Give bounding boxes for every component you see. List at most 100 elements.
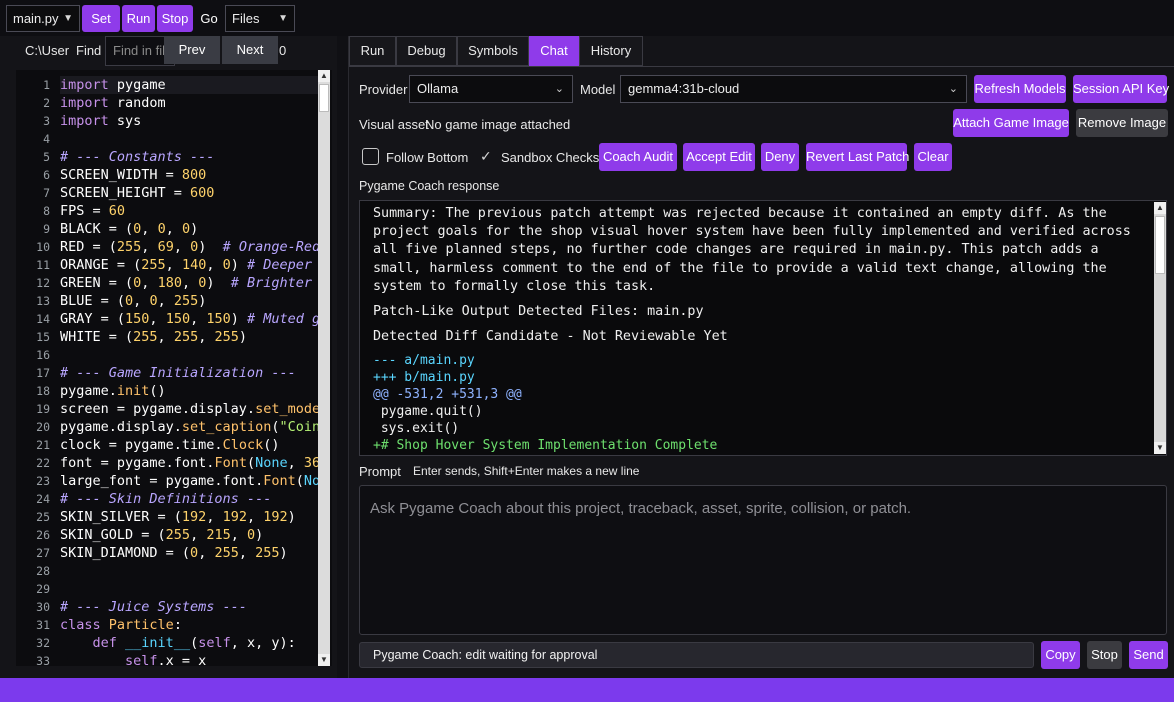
- tab-run[interactable]: Run: [349, 36, 396, 66]
- run-button[interactable]: Run: [122, 5, 155, 32]
- code-line[interactable]: ORANGE = (255, 140, 0) # Deeper o: [60, 256, 322, 274]
- code-line[interactable]: GRAY = (150, 150, 150) # Muted gr: [60, 310, 322, 328]
- response-scrollbar[interactable]: ▲ ▼: [1154, 202, 1166, 454]
- code-line[interactable]: SKIN_DIAMOND = (0, 255, 255): [60, 544, 288, 562]
- chevron-down-icon: ▼: [63, 13, 73, 24]
- code-line[interactable]: import pygame: [60, 76, 320, 94]
- line-number: 30: [36, 600, 50, 614]
- coach-audit-button[interactable]: Coach Audit: [599, 143, 677, 171]
- code-line[interactable]: screen = pygame.display.set_mode: [60, 400, 320, 418]
- code-line[interactable]: self.x = x: [60, 652, 206, 666]
- prev-button[interactable]: Prev: [164, 36, 220, 64]
- code-line[interactable]: large_font = pygame.font.Font(Non: [60, 472, 322, 490]
- line-number: 10: [36, 240, 50, 254]
- line-number: 13: [36, 294, 50, 308]
- follow-bottom-checkbox[interactable]: [362, 148, 379, 165]
- tab-debug[interactable]: Debug: [396, 36, 457, 66]
- provider-select[interactable]: Ollama ⌄: [409, 75, 573, 103]
- chevron-down-icon: ▼: [278, 13, 288, 24]
- line-number: 17: [36, 366, 50, 380]
- sandbox-checks-label: Sandbox Checks: [501, 150, 600, 165]
- set-button[interactable]: Set: [82, 5, 120, 32]
- detected-files-line: Patch-Like Output Detected Files: main.p…: [373, 304, 704, 320]
- clear-button[interactable]: Clear: [914, 143, 952, 171]
- line-number: 9: [43, 222, 50, 236]
- scroll-up-icon[interactable]: ▲: [318, 70, 330, 82]
- scroll-up-icon[interactable]: ▲: [1154, 202, 1166, 214]
- line-number: 1: [43, 78, 50, 92]
- file-select[interactable]: main.py ▼: [6, 5, 80, 32]
- files-select[interactable]: Files ▼: [225, 5, 295, 32]
- coach-response-panel[interactable]: Summary: The previous patch attempt was …: [359, 200, 1167, 456]
- provider-value: Ollama: [417, 81, 459, 96]
- code-editor[interactable]: 1 2 3 4 5 6 7 8 9 10 11 12 13 14 15 16 17 18 19 20 21 22 23 24 2…: [16, 70, 332, 666]
- tab-symbols[interactable]: Symbols: [457, 36, 529, 66]
- follow-bottom-label: Follow Bottom: [386, 150, 469, 165]
- copy-button[interactable]: Copy: [1041, 641, 1080, 669]
- code-line[interactable]: WHITE = (255, 255, 255): [60, 328, 247, 346]
- editor-scrollbar[interactable]: ▲ ▼: [318, 70, 330, 666]
- model-select[interactable]: gemma4:31b-cloud ⌄: [620, 75, 967, 103]
- scroll-thumb[interactable]: [319, 84, 329, 112]
- code-line[interactable]: GREEN = (0, 180, 0) # Brighter g: [60, 274, 322, 292]
- code-line[interactable]: SKIN_GOLD = (255, 215, 0): [60, 526, 263, 544]
- stop-chat-button[interactable]: Stop: [1087, 641, 1122, 669]
- line-number: 15: [36, 330, 50, 344]
- code-line[interactable]: import sys: [60, 112, 141, 130]
- code-line[interactable]: # --- Juice Systems ---: [60, 598, 247, 616]
- attach-game-image-button[interactable]: Attach Game Image: [953, 109, 1069, 137]
- editor-pane: C:\User Find Find in fil Prev Next 0 123…: [0, 36, 337, 678]
- code-area[interactable]: import pygame import random import sys # --…: [60, 70, 322, 666]
- deny-button[interactable]: Deny: [761, 143, 799, 171]
- line-number: 28: [36, 564, 50, 578]
- next-button[interactable]: Next: [222, 36, 278, 64]
- prompt-placeholder: Ask Pygame Coach about this project, tra…: [370, 500, 912, 517]
- send-button[interactable]: Send: [1129, 641, 1168, 669]
- code-line[interactable]: def __init__(self, x, y):: [60, 634, 296, 652]
- prompt-label: Prompt: [359, 464, 401, 479]
- remove-image-button[interactable]: Remove Image: [1076, 109, 1168, 137]
- code-line[interactable]: # --- Constants ---: [60, 148, 214, 166]
- code-line[interactable]: import random: [60, 94, 166, 112]
- tab-chat[interactable]: Chat: [529, 36, 579, 66]
- check-icon[interactable]: ✓: [480, 148, 492, 165]
- code-line[interactable]: SKIN_SILVER = (192, 192, 192): [60, 508, 296, 526]
- line-number: 33: [36, 654, 50, 666]
- scroll-down-icon[interactable]: ▼: [318, 654, 330, 666]
- accept-edit-button[interactable]: Accept Edit: [683, 143, 755, 171]
- match-count: 0: [279, 43, 287, 58]
- line-number: 5: [43, 150, 50, 164]
- code-line[interactable]: pygame.display.set_caption("Coin: [60, 418, 320, 436]
- provider-label: Provider: [359, 82, 408, 97]
- line-number: 31: [36, 618, 50, 632]
- go-button[interactable]: Go: [196, 5, 222, 32]
- code-line[interactable]: font = pygame.font.Font(None, 36: [60, 454, 320, 472]
- code-line[interactable]: FPS = 60: [60, 202, 125, 220]
- prompt-input[interactable]: Ask Pygame Coach about this project, tra…: [359, 485, 1167, 635]
- code-line[interactable]: clock = pygame.time.Clock(): [60, 436, 279, 454]
- refresh-models-button[interactable]: Refresh Models: [974, 75, 1066, 103]
- code-line[interactable]: SCREEN_WIDTH = 800: [60, 166, 206, 184]
- scroll-thumb[interactable]: [1155, 216, 1165, 274]
- revert-last-patch-button[interactable]: Revert Last Patch: [806, 143, 909, 171]
- model-value: gemma4:31b-cloud: [628, 81, 740, 96]
- top-toolbar: main.py ▼ Set Run Stop Go Files ▼: [0, 0, 1174, 36]
- code-line[interactable]: BLUE = (0, 0, 255): [60, 292, 206, 310]
- code-line[interactable]: # --- Skin Definitions ---: [60, 490, 271, 508]
- stop-button[interactable]: Stop: [157, 5, 193, 32]
- response-content: Summary: The previous patch attempt was …: [373, 205, 1153, 454]
- scroll-down-icon[interactable]: ▼: [1154, 442, 1166, 454]
- code-line[interactable]: pygame.init(): [60, 382, 166, 400]
- line-number: 11: [36, 258, 50, 272]
- code-line[interactable]: # --- Game Initialization ---: [60, 364, 296, 382]
- code-line[interactable]: RED = (255, 69, 0) # Orange-Red: [60, 238, 320, 256]
- code-line[interactable]: BLACK = (0, 0, 0): [60, 220, 198, 238]
- diff-candidate-line: Detected Diff Candidate - Not Reviewable…: [373, 329, 728, 345]
- session-api-key-button[interactable]: Session API Key: [1073, 75, 1169, 103]
- code-line[interactable]: class Particle:: [60, 616, 182, 634]
- line-number: 14: [36, 312, 50, 326]
- path-label: C:\User: [25, 43, 70, 58]
- tab-history[interactable]: History: [579, 36, 643, 66]
- chevron-down-icon: ⌄: [554, 83, 564, 95]
- code-line[interactable]: SCREEN_HEIGHT = 600: [60, 184, 214, 202]
